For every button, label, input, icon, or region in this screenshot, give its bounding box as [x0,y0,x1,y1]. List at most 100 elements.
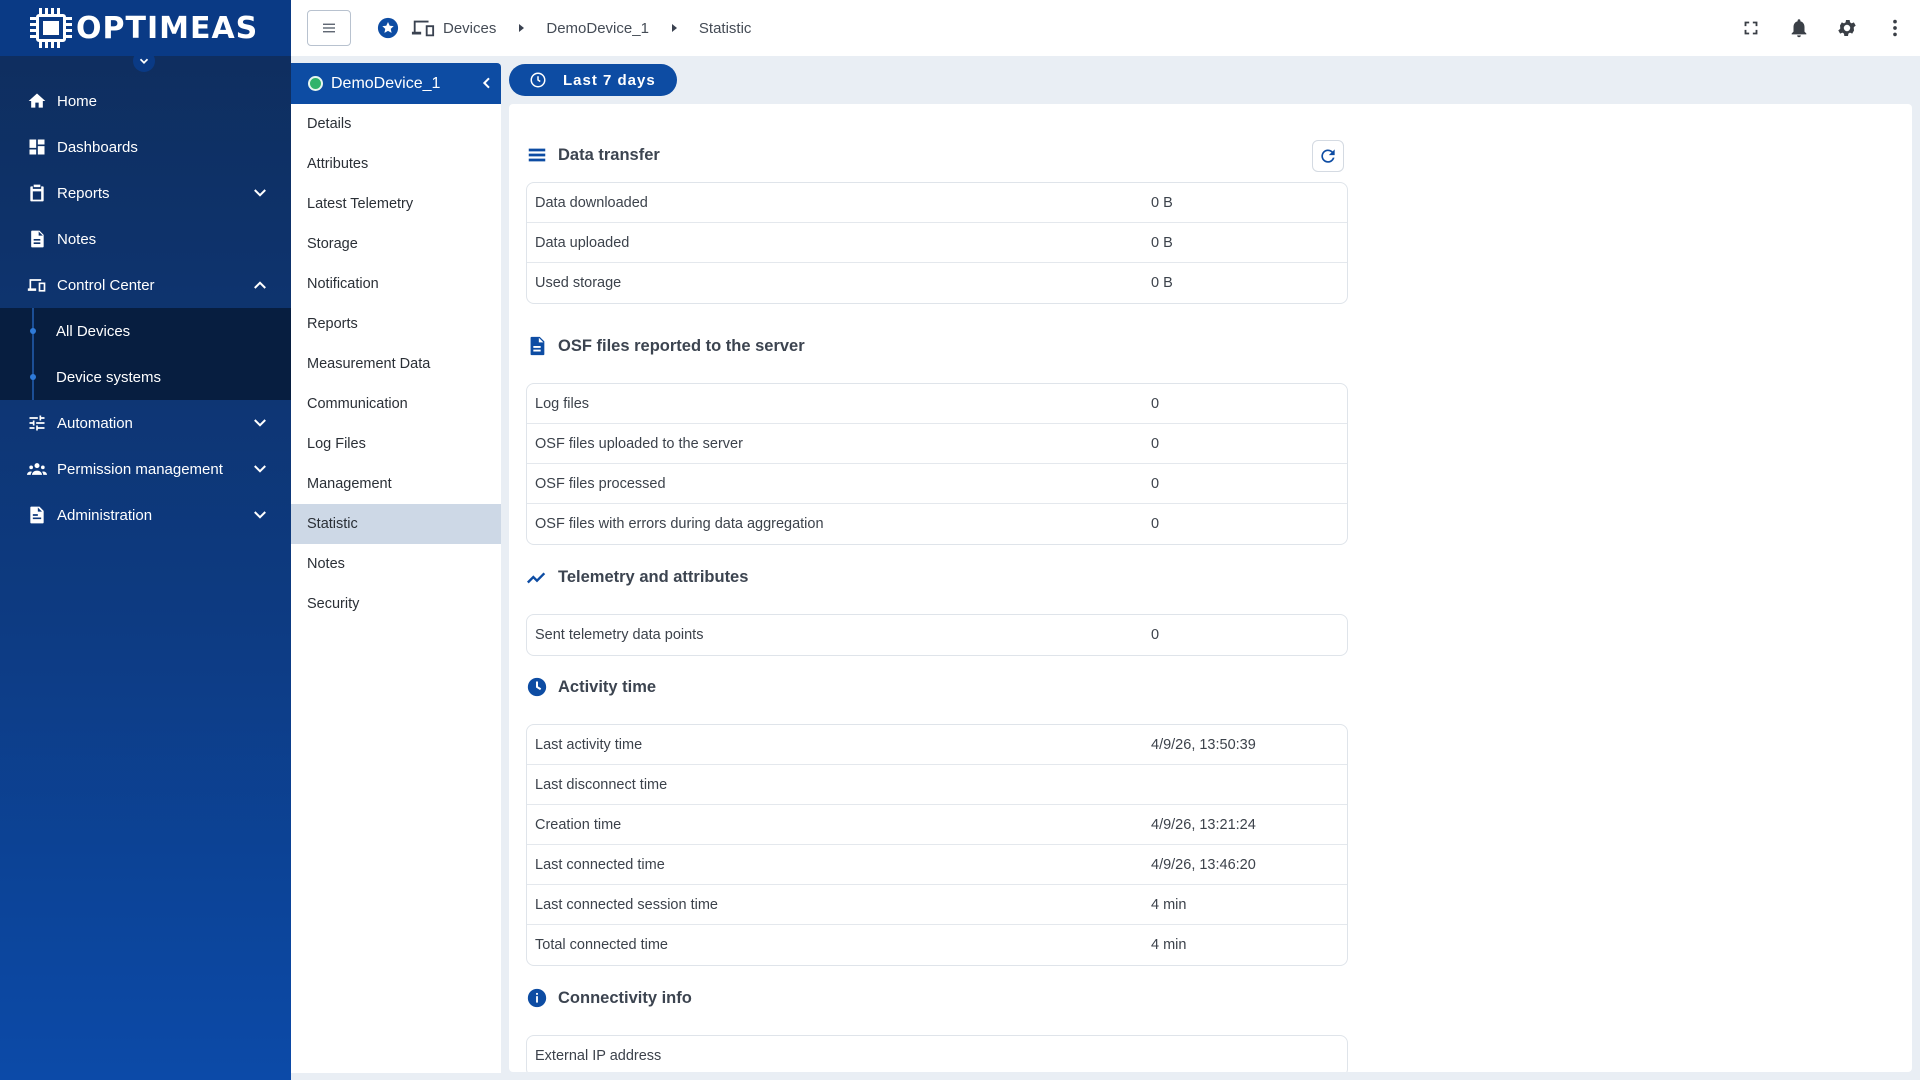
sidebar-item-control-center[interactable]: Control Center [0,262,291,308]
section-data-transfer: Data transfer Data downloaded 0 B Data up… [526,140,1348,304]
row-label: OSF files processed [535,475,666,492]
sidebar-item-all-devices[interactable]: All Devices [0,308,291,354]
sidebar-item-automation[interactable]: Automation [0,400,291,446]
row-label: Last disconnect time [535,776,668,793]
section-title: Data transfer [558,145,660,164]
menu-toggle-button[interactable] [307,10,351,46]
row-value: 0 [1151,435,1160,452]
sidebar-collapse-toggle[interactable] [133,50,155,72]
breadcrumb: Devices DemoDevice_1 Statistic [377,17,751,39]
telemetry-table: Sent telemetry data points 0 [526,614,1348,656]
section-telemetry: Telemetry and attributes Sent telemetry … [526,562,1348,656]
fullscreen-icon[interactable] [1740,17,1762,39]
section-header: Activity time [526,672,1348,702]
table-row: Last disconnect time [527,765,1347,805]
device-nav-panel: DemoDevice_1 Details Attributes Latest T… [291,63,501,1073]
row-label: Last connected time [535,856,665,873]
row-value: 0 B [1151,275,1173,291]
sidebar-item-permission-management[interactable]: Permission management [0,446,291,492]
activity-time-table: Last activity time 4/9/26, 13:50:39 Last … [526,724,1348,966]
table-row: Used storage 0 B [527,263,1347,303]
row-value: 4 min [1151,937,1187,953]
table-row: OSF files uploaded to the server 0 [527,424,1347,464]
osf-files-table: Log files 0 OSF files uploaded to the ser… [526,383,1348,545]
sidebar-item-dashboards[interactable]: Dashboards [0,124,291,170]
table-row: Log files 0 [527,384,1347,424]
device-tab-communication[interactable]: Communication [291,384,501,424]
clipboard-icon [27,183,47,203]
row-label: External IP address [535,1048,662,1064]
section-connectivity: Connectivity info External IP address [526,983,1348,1072]
device-tab-management[interactable]: Management [291,464,501,504]
control-center-submenu: All Devices Device systems [0,308,291,400]
top-bar: Devices DemoDevice_1 Statistic [291,0,1920,56]
connectivity-table: External IP address [526,1035,1348,1072]
table-row: Total connected time 4 min [527,925,1347,965]
row-label: Data uploaded [535,234,630,251]
sidebar-item-notes[interactable]: Notes [0,216,291,262]
chevron-down-icon [139,58,149,64]
device-status-indicator [308,76,323,91]
section-title: Telemetry and attributes [558,567,749,586]
section-header: Connectivity info [526,983,1348,1013]
table-row: OSF files processed 0 [527,464,1347,504]
device-tab-notification[interactable]: Notification [291,264,501,304]
table-row: Data downloaded 0 B [527,183,1347,223]
section-title: Connectivity info [558,988,692,1007]
section-title: OSF files reported to the server [558,336,805,355]
section-header: Telemetry and attributes [526,562,1348,592]
table-row: External IP address [527,1036,1347,1072]
sidebar-item-reports[interactable]: Reports [0,170,291,216]
devices-icon [411,20,435,37]
sidebar-item-device-systems[interactable]: Device systems [0,354,291,400]
sidebar-item-label: Dashboards [57,138,138,156]
device-tab-notes[interactable]: Notes [291,544,501,584]
device-tab-storage[interactable]: Storage [291,224,501,264]
more-vert-icon[interactable] [1884,17,1906,39]
row-label: OSF files with errors during data aggreg… [535,516,824,532]
refresh-icon [1321,149,1335,163]
table-row: Last activity time 4/9/26, 13:50:39 [527,725,1347,765]
device-tab-measurement-data[interactable]: Measurement Data [291,344,501,384]
dashboards-icon [27,137,47,157]
section-header: Data transfer [526,140,1348,170]
device-panel-header: DemoDevice_1 [291,63,501,104]
sidebar-item-label: All Devices [56,322,131,340]
row-label: Last activity time [535,736,643,753]
device-tab-attributes[interactable]: Attributes [291,144,501,184]
row-label: Sent telemetry data points [535,627,704,643]
breadcrumb-device[interactable]: DemoDevice_1 [546,20,649,37]
device-tab-latest-telemetry[interactable]: Latest Telemetry [291,184,501,224]
sidebar-item-label: Administration [57,506,153,524]
device-tab-log-files[interactable]: Log Files [291,424,501,464]
device-tab-statistic[interactable]: Statistic [291,504,501,544]
time-range-selector[interactable]: Last 7 days [509,64,677,96]
hamburger-icon [323,23,335,33]
row-value: 0 [1151,516,1160,532]
clock-icon [530,72,546,88]
row-value: 0 [1151,475,1160,492]
row-value: 0 B [1151,194,1173,211]
device-tab-details[interactable]: Details [291,104,501,144]
logo[interactable]: OPTIMEAS [0,0,291,56]
row-value: 4 min [1151,896,1187,913]
row-label: OSF files uploaded to the server [535,435,743,452]
device-tab-reports[interactable]: Reports [291,304,501,344]
gear-icon[interactable] [1836,17,1858,39]
sidebar-item-administration[interactable]: Administration [0,492,291,538]
breadcrumb-separator-icon [519,24,525,32]
clock-icon [526,676,548,698]
bell-icon[interactable] [1788,17,1810,39]
device-tab-security[interactable]: Security [291,584,501,624]
section-osf-files: OSF files reported to the server Log fil… [526,331,1348,545]
breadcrumb-devices[interactable]: Devices [443,20,496,37]
table-row: Last connected session time 4 min [527,885,1347,925]
favorite-star-icon[interactable] [377,17,399,39]
sidebar-item-home[interactable]: Home [0,78,291,124]
sidebar-item-label: Home [57,92,98,110]
sidebar-item-label: Permission management [57,460,223,478]
chevron-left-icon[interactable] [479,75,495,91]
row-value: 4/9/26, 13:46:20 [1151,856,1256,873]
row-value: 0 [1151,627,1160,643]
refresh-button[interactable] [1312,140,1344,172]
